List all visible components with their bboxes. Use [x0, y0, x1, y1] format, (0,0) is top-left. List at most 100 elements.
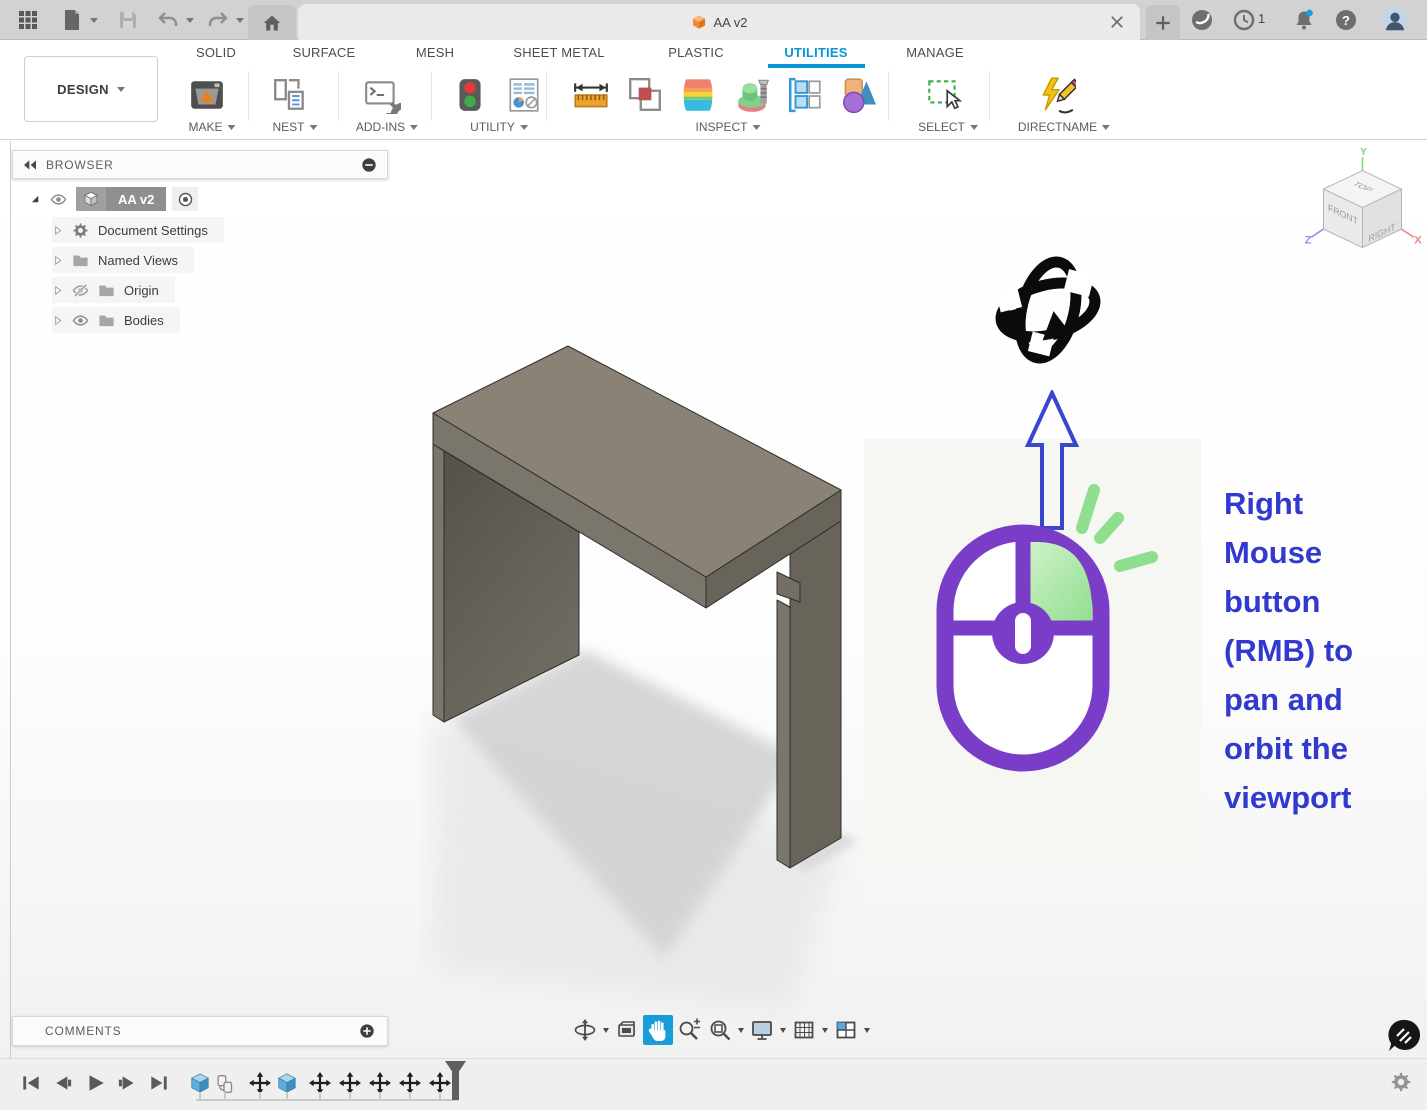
timeline-step-back-button[interactable] — [52, 1072, 74, 1094]
group-label-utility[interactable]: UTILITY — [470, 120, 528, 134]
browser-item-bodies[interactable]: Bodies — [52, 307, 180, 333]
nest-button[interactable] — [268, 73, 312, 117]
collapse-panel-icon[interactable] — [22, 157, 38, 173]
utility-report-button[interactable] — [502, 73, 546, 117]
timeline-feature-move[interactable] — [369, 1072, 391, 1094]
timeline-go-to-end-button[interactable] — [148, 1072, 170, 1094]
timeline-marker[interactable] — [452, 1068, 459, 1100]
app-launcher-icon[interactable] — [16, 8, 40, 32]
help-icon[interactable] — [1334, 8, 1358, 32]
save-icon[interactable] — [116, 8, 140, 32]
inspect-measure-button[interactable] — [569, 73, 613, 117]
directname-button[interactable] — [1035, 73, 1079, 117]
inspect-display-state-button[interactable] — [783, 73, 827, 117]
new-tab-button[interactable] — [1146, 5, 1180, 40]
timeline-feature-box[interactable] — [189, 1072, 211, 1094]
eye-icon[interactable] — [50, 191, 67, 208]
select-button[interactable] — [921, 73, 965, 117]
browser-item-document-settings[interactable]: Document Settings — [52, 217, 224, 243]
tab-mesh[interactable]: MESH — [416, 45, 454, 60]
timeline-feature-move[interactable] — [249, 1072, 271, 1094]
minus-circle-icon[interactable] — [361, 157, 377, 173]
root-component-chip[interactable]: AA v2 — [76, 187, 167, 211]
redo-caret-icon[interactable] — [236, 18, 244, 23]
file-menu-icon[interactable] — [60, 8, 84, 32]
folder-icon — [98, 282, 115, 299]
browser-item-named-views[interactable]: Named Views — [52, 247, 194, 273]
viewports-button[interactable] — [831, 1015, 861, 1045]
orbit-button[interactable] — [570, 1015, 600, 1045]
activate-component-radio[interactable] — [172, 187, 199, 211]
zoom-button[interactable] — [674, 1015, 704, 1045]
timeline-feature-move[interactable] — [309, 1072, 331, 1094]
tab-solid[interactable]: SOLID — [196, 45, 236, 60]
timeline-go-to-start-button[interactable] — [20, 1072, 42, 1094]
expanded-triangle-icon[interactable] — [30, 194, 41, 205]
browser-panel-header[interactable]: BROWSER — [12, 150, 388, 179]
undo-icon[interactable] — [156, 8, 180, 32]
browser-root-row[interactable]: AA v2 — [30, 186, 199, 212]
display-settings-button[interactable] — [747, 1015, 777, 1045]
document-tab[interactable]: AA v2 — [298, 4, 1140, 40]
tab-sheet-metal[interactable]: SHEET METAL — [513, 45, 604, 60]
fit-button[interactable] — [705, 1015, 735, 1045]
file-menu-caret-icon[interactable] — [90, 18, 98, 23]
fit-caret-icon[interactable] — [736, 1027, 746, 1033]
make-button[interactable] — [185, 73, 229, 117]
tab-manage[interactable]: MANAGE — [906, 45, 964, 60]
tab-surface[interactable]: SURFACE — [293, 45, 356, 60]
timeline-track[interactable] — [196, 1099, 458, 1101]
collapsed-triangle-icon[interactable] — [52, 255, 63, 266]
collapsed-triangle-icon[interactable] — [52, 315, 63, 326]
timeline-play-button[interactable] — [84, 1072, 106, 1094]
home-tab-button[interactable] — [248, 5, 296, 40]
group-label-make[interactable]: MAKE — [188, 120, 236, 134]
viewcube[interactable]: Y Z X TOP FRONT RIGHT — [1303, 148, 1423, 263]
timeline-tick — [224, 1092, 226, 1100]
redo-icon[interactable] — [206, 8, 230, 32]
collapsed-triangle-icon[interactable] — [52, 225, 63, 236]
notifications-bell-icon[interactable] — [1292, 8, 1316, 32]
feedback-chat-icon[interactable] — [1386, 1018, 1422, 1054]
pan-button[interactable] — [643, 1015, 673, 1045]
close-tab-icon[interactable] — [1108, 13, 1126, 31]
group-label-directname[interactable]: DIRECTNAME — [1018, 120, 1111, 134]
inspect-primitives-button[interactable] — [836, 73, 880, 117]
timeline-settings-gear-icon[interactable] — [1390, 1071, 1412, 1093]
look-at-button[interactable] — [612, 1015, 642, 1045]
timeline-step-forward-button[interactable] — [116, 1072, 138, 1094]
model-table[interactable] — [420, 330, 880, 1030]
eye-icon[interactable] — [72, 312, 89, 329]
eye-off-icon[interactable] — [72, 282, 89, 299]
avatar[interactable] — [1382, 7, 1408, 33]
workspace-selector[interactable]: DESIGN — [24, 56, 158, 122]
inspect-section-button[interactable] — [730, 73, 774, 117]
plus-circle-icon[interactable] — [359, 1023, 375, 1039]
timeline-feature-move[interactable] — [339, 1072, 361, 1094]
timeline-feature-paste[interactable] — [214, 1074, 234, 1094]
group-label-select[interactable]: SELECT — [918, 120, 978, 134]
display-caret-icon[interactable] — [778, 1027, 788, 1033]
group-label-inspect[interactable]: INSPECT — [695, 120, 761, 134]
add-ins-button[interactable] — [360, 73, 404, 117]
timeline-feature-move[interactable] — [399, 1072, 421, 1094]
inspect-curvature-button[interactable] — [676, 73, 720, 117]
group-label-add-ins[interactable]: ADD-INS — [356, 120, 419, 134]
collapsed-triangle-icon[interactable] — [52, 285, 63, 296]
browser-item-origin[interactable]: Origin — [52, 277, 175, 303]
undo-caret-icon[interactable] — [186, 18, 194, 23]
grid-caret-icon[interactable] — [820, 1027, 830, 1033]
comments-bar[interactable]: COMMENTS — [12, 1016, 388, 1046]
utility-traffic-button[interactable] — [448, 73, 492, 117]
timeline-feature-box[interactable] — [276, 1072, 298, 1094]
orbit-caret-icon[interactable] — [601, 1027, 611, 1033]
tab-plastic[interactable]: PLASTIC — [668, 45, 724, 60]
grid-settings-button[interactable] — [789, 1015, 819, 1045]
clock-icon[interactable] — [1232, 8, 1256, 32]
tab-utilities[interactable]: UTILITIES — [784, 45, 847, 60]
group-label-nest[interactable]: NEST — [272, 120, 318, 134]
timeline-feature-move[interactable] — [429, 1072, 451, 1094]
inspect-interference-button[interactable] — [623, 73, 667, 117]
viewports-caret-icon[interactable] — [862, 1027, 872, 1033]
job-status-icon[interactable] — [1190, 8, 1214, 32]
